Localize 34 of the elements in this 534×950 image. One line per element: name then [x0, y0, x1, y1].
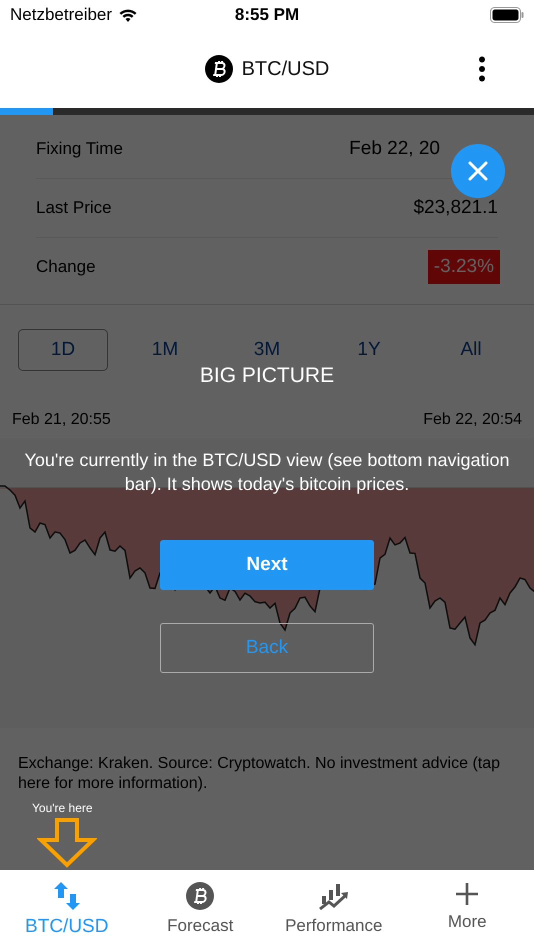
change-badge: -3.23%	[428, 250, 500, 284]
wifi-icon	[118, 8, 138, 22]
range-tab[interactable]: All	[426, 329, 516, 371]
range-tab[interactable]: 1D	[18, 329, 108, 371]
hint-text: You're here	[32, 801, 93, 815]
nav-tab[interactable]: BTC/USD	[2, 882, 132, 938]
back-button[interactable]: Back	[160, 623, 374, 673]
down-arrow-icon	[37, 818, 97, 868]
nav-tab[interactable]: Forecast	[135, 882, 266, 936]
carrier-name: Netzbetreiber	[10, 5, 112, 25]
close-button[interactable]	[451, 144, 505, 198]
bitcoin-icon	[204, 55, 233, 83]
disclaimer-text[interactable]: Exchange: Kraken. Source: Cryptowatch. No investment advice (tap here for more information).	[18, 754, 516, 794]
nav-tab[interactable]: More	[402, 882, 532, 932]
screen-title: BTC/USD	[242, 58, 330, 80]
close-icon	[467, 160, 489, 182]
quote-label: Fixing Time	[36, 139, 123, 159]
status-time: 8:55 PM	[234, 5, 300, 25]
nav-tab[interactable]: Performance	[268, 882, 399, 936]
more-options-icon[interactable]	[478, 56, 486, 82]
bitcoin-icon	[186, 882, 214, 910]
quote-value: $23,821.1	[413, 197, 498, 219]
chart-start-label: Feb 21, 20:55	[12, 411, 111, 430]
chart-trend-icon	[318, 882, 349, 910]
next-button[interactable]: Next	[160, 540, 374, 590]
tour-title: BIG PICTURE	[200, 364, 334, 388]
chart-end-label: Feb 22, 20:54	[423, 411, 522, 430]
battery-icon	[490, 7, 524, 23]
tour-text: You're currently in the BTC/USD view (see bottom navigation bar). It shows today's bitcoin prices.	[24, 449, 510, 496]
quote-label: Change	[36, 257, 96, 277]
swap-arrows-icon	[54, 882, 80, 910]
quote-value: Feb 22, 20	[349, 138, 440, 160]
plus-icon	[455, 882, 480, 906]
quote-label: Last Price	[36, 198, 112, 218]
